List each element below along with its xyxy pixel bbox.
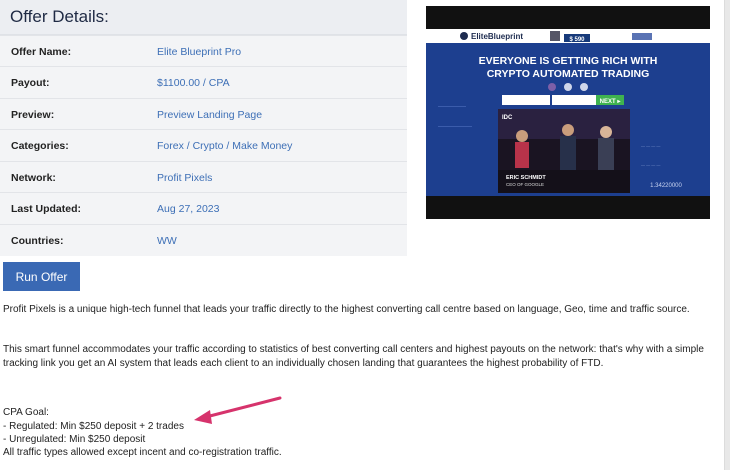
offer-name-label: Offer Name: (11, 45, 72, 58)
preview-label: Preview: (11, 108, 55, 121)
run-offer-button[interactable]: Run Offer (3, 262, 80, 291)
countries-label: Countries: (11, 234, 64, 247)
scrollbar[interactable] (724, 0, 730, 470)
network-value: Profit Pixels (157, 171, 213, 184)
categories-label: Categories: (11, 139, 69, 152)
video-caption-name: ERIC SCHMIDT (506, 175, 546, 181)
row-countries: Countries: WW (0, 224, 407, 256)
offer-details-panel: Offer Details: Offer Name: Elite Bluepri… (0, 0, 407, 256)
headline-line1: EVERYONE IS GETTING RICH WITH (479, 55, 658, 67)
cpa-goal-unregulated: - Unregulated: Min $250 deposit (3, 434, 146, 445)
landing-preview-image[interactable]: EliteBlueprint $ 590 EVERYONE IS GETTING… (426, 6, 710, 219)
payout-value: $1100.00 / CPA (157, 76, 230, 89)
last-updated-label: Last Updated: (11, 202, 82, 215)
network-label: Network: (11, 171, 56, 184)
description-paragraph-2: This smart funnel accommodates your traf… (3, 344, 704, 369)
video-badge: IDC (502, 115, 513, 121)
cpa-goal-title: CPA Goal: (3, 407, 49, 418)
logo-text: EliteBlueprint (471, 32, 523, 41)
preview-landing-link[interactable]: Preview Landing Page (157, 109, 262, 121)
row-last-updated: Last Updated: Aug 27, 2023 (0, 192, 407, 224)
offer-name-value: Elite Blueprint Pro (157, 45, 242, 58)
annotation-arrow-icon (194, 396, 282, 424)
svg-text:— — — —: — — — — (641, 143, 660, 148)
categories-value: Forex / Crypto / Make Money (157, 139, 293, 152)
avatar (550, 31, 560, 41)
last-updated-value: Aug 27, 2023 (157, 202, 220, 215)
cpa-goal-regulated: - Regulated: Min $250 deposit + 2 trades (3, 421, 184, 432)
video-caption-title: CEO OF GOOGLE (506, 182, 544, 187)
side-number: 1.34220000 (650, 183, 682, 189)
traffic-rules: All traffic types allowed except incent … (3, 447, 282, 458)
countries-value: WW (157, 234, 177, 247)
row-network: Network: Profit Pixels (0, 161, 407, 193)
row-categories: Categories: Forex / Crypto / Make Money (0, 129, 407, 161)
row-offer-name: Offer Name: Elite Blueprint Pro (0, 35, 407, 67)
description-paragraph-1: Profit Pixels is a unique high-tech funn… (3, 304, 690, 315)
row-preview: Preview: Preview Landing Page (0, 98, 407, 130)
logo-icon (460, 32, 468, 40)
svg-text:— — — —: — — — — (641, 162, 660, 167)
headline-line2: CRYPTO AUTOMATED TRADING (487, 68, 650, 80)
language-flag-icon (632, 33, 652, 40)
balance-badge: $ 590 (569, 37, 585, 43)
row-payout: Payout: $1100.00 / CPA (0, 66, 407, 98)
payout-label: Payout: (11, 76, 50, 89)
offer-details-title: Offer Details: (0, 0, 407, 35)
next-button: NEXT ▸ (600, 99, 622, 105)
